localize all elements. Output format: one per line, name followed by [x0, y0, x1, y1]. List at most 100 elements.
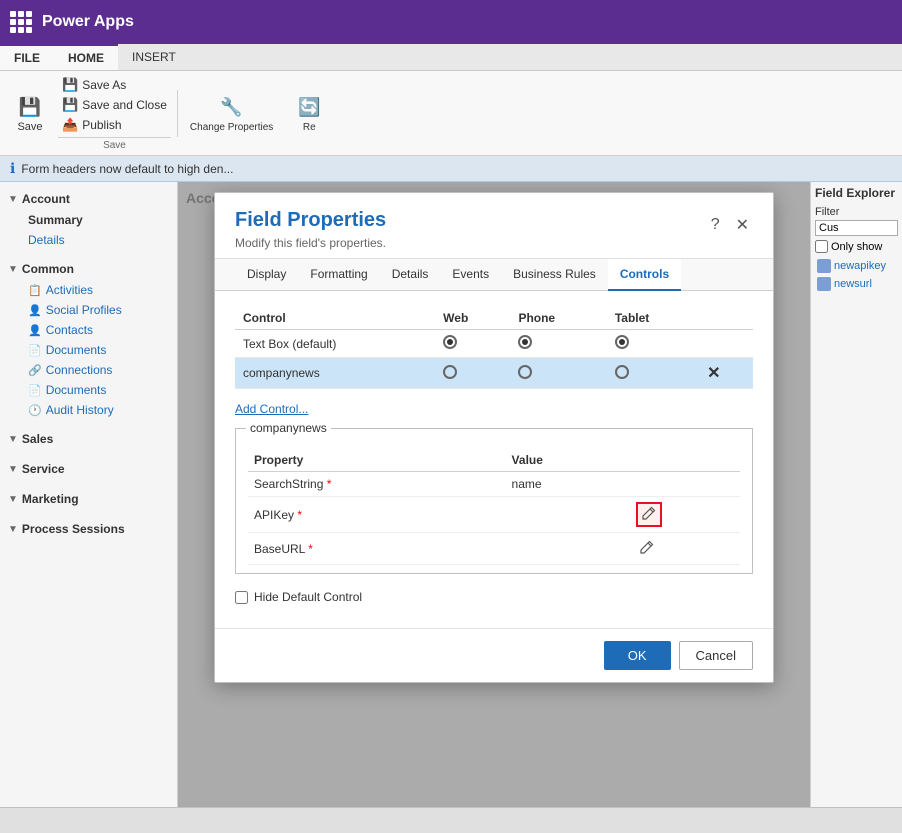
add-control-link[interactable]: Add Control...: [235, 402, 308, 416]
documents1-label: Documents: [46, 343, 107, 357]
service-chevron-icon: ▼: [8, 464, 18, 475]
hide-default-row: Hide Default Control: [235, 590, 753, 604]
tab-formatting[interactable]: Formatting: [298, 259, 379, 291]
save-close-button[interactable]: 💾 Save and Close: [58, 95, 171, 115]
cancel-button[interactable]: Cancel: [679, 641, 753, 670]
service-section-label: Service: [22, 462, 65, 476]
modal-footer: OK Cancel: [215, 628, 773, 682]
table-row: Text Box (default): [235, 330, 753, 358]
modal-subtitle: Modify this field's properties.: [235, 236, 386, 250]
tab-events[interactable]: Events: [440, 259, 501, 291]
sidebar-item-audit-history[interactable]: 🕐 Audit History: [8, 400, 169, 420]
modal-tabs: Display Formatting Details Events Busine…: [215, 259, 773, 291]
change-properties-button[interactable]: 🔧 Change Properties: [177, 90, 281, 137]
prop-col-action: [630, 449, 740, 472]
save-close-icon: 💾: [62, 97, 78, 113]
col-tablet: Tablet: [607, 307, 699, 330]
process-section-label: Process Sessions: [22, 522, 125, 536]
apps-grid-icon[interactable]: [10, 11, 32, 33]
marketing-chevron-icon: ▼: [8, 494, 18, 505]
prop-baseurl-action[interactable]: [630, 533, 740, 565]
save-as-button[interactable]: 💾 Save As: [58, 75, 171, 95]
sidebar-item-connections[interactable]: 🔗 Connections: [8, 360, 169, 380]
sidebar-section-common: ▼ Common 📋 Activities 👤 Social Profiles …: [0, 252, 177, 422]
prop-col-property: Property: [248, 449, 506, 472]
save-button[interactable]: 💾 Save: [8, 89, 52, 137]
ribbon-tab-insert[interactable]: INSERT: [118, 44, 190, 70]
table-row: companynews ✕: [235, 358, 753, 389]
publish-button[interactable]: 📤 Publish: [58, 115, 171, 135]
account-chevron-icon: ▼: [8, 194, 18, 205]
sidebar-section-marketing: ▼ Marketing: [0, 482, 177, 512]
only-show-checkbox[interactable]: [815, 240, 828, 253]
re-button[interactable]: 🔄 Re: [287, 90, 331, 137]
sidebar-section-header-account[interactable]: ▼ Account: [8, 188, 169, 210]
field-explorer-filter-input[interactable]: [815, 220, 898, 236]
textbox-phone-radio[interactable]: [510, 330, 606, 358]
field-explorer-panel: Field Explorer Filter Only show newapike…: [810, 182, 902, 807]
prop-apikey-label: APIKey *: [248, 497, 506, 533]
tab-business-rules[interactable]: Business Rules: [501, 259, 608, 291]
sidebar-item-social-profiles[interactable]: 👤 Social Profiles: [8, 300, 169, 320]
summary-label: Summary: [28, 213, 83, 227]
sidebar-section-header-sales[interactable]: ▼ Sales: [8, 428, 169, 450]
hide-default-checkbox[interactable]: [235, 591, 248, 604]
documents2-icon: 📄: [28, 384, 42, 397]
col-control: Control: [235, 307, 435, 330]
modal-body: Control Web Phone Tablet Text Box (defau…: [215, 291, 773, 628]
activities-label: Activities: [46, 283, 93, 297]
re-icon: 🔄: [295, 94, 323, 122]
field-explorer-filter-label: Filter: [815, 206, 898, 218]
ribbon-content: 💾 Save 💾 Save As 💾 Save and Close 📤 Publ…: [0, 71, 902, 155]
field-explorer-item-newsurl[interactable]: newsurl: [815, 275, 898, 293]
textbox-web-radio[interactable]: [435, 330, 510, 358]
field-explorer-item-newapikey[interactable]: newapikey: [815, 257, 898, 275]
sidebar-item-details[interactable]: Details: [8, 230, 169, 250]
sidebar-item-summary[interactable]: Summary: [8, 210, 169, 230]
modal-title-block: Field Properties Modify this field's pro…: [235, 209, 386, 250]
companynews-web-radio[interactable]: [435, 358, 510, 389]
companynews-remove[interactable]: ✕: [699, 358, 753, 389]
prop-apikey-action[interactable]: [630, 497, 740, 533]
sidebar-section-header-service[interactable]: ▼ Service: [8, 458, 169, 480]
prop-apikey-value: [506, 497, 631, 533]
prop-searchstring-label: SearchString *: [248, 472, 506, 497]
sidebar-item-contacts[interactable]: 👤 Contacts: [8, 320, 169, 340]
only-show-label: Only show: [831, 241, 882, 253]
sidebar-section-header-process[interactable]: ▼ Process Sessions: [8, 518, 169, 540]
sidebar-item-documents-2[interactable]: 📄 Documents: [8, 380, 169, 400]
pencil-icon: [642, 506, 656, 520]
account-section-label: Account: [22, 192, 70, 206]
ribbon-tab-home[interactable]: HOME: [54, 44, 118, 70]
companynews-tablet-radio[interactable]: [607, 358, 699, 389]
remove-icon[interactable]: ✕: [707, 365, 720, 382]
ribbon-tab-file[interactable]: FILE: [0, 44, 54, 70]
textbox-tablet-radio[interactable]: [607, 330, 699, 358]
prop-group-companynews: companynews Property Value: [235, 428, 753, 574]
prop-searchstring-value: name: [506, 472, 631, 497]
sidebar-section-header-common[interactable]: ▼ Common: [8, 258, 169, 280]
properties-table: Property Value SearchString * name: [248, 449, 740, 565]
newapikey-label: newapikey: [834, 260, 886, 272]
baseurl-edit-button[interactable]: [636, 538, 658, 559]
ribbon-tabs: FILE HOME INSERT: [0, 44, 902, 71]
info-icon: ℹ: [10, 160, 15, 177]
tab-display[interactable]: Display: [235, 259, 298, 291]
col-action: [699, 307, 753, 330]
modal-help-button[interactable]: ?: [707, 214, 724, 236]
sidebar-section-header-marketing[interactable]: ▼ Marketing: [8, 488, 169, 510]
apikey-edit-button[interactable]: [636, 502, 662, 527]
tab-controls[interactable]: Controls: [608, 259, 681, 291]
field-properties-modal: Field Properties Modify this field's pro…: [214, 192, 774, 683]
contacts-icon: 👤: [28, 324, 42, 337]
sidebar-item-activities[interactable]: 📋 Activities: [8, 280, 169, 300]
tab-details[interactable]: Details: [380, 259, 441, 291]
connections-label: Connections: [46, 363, 113, 377]
companynews-phone-radio[interactable]: [510, 358, 606, 389]
save-group-label: Save: [58, 137, 171, 151]
sidebar-item-documents-1[interactable]: 📄 Documents: [8, 340, 169, 360]
ok-button[interactable]: OK: [604, 641, 671, 670]
modal-close-button[interactable]: ✕: [732, 213, 753, 237]
sales-chevron-icon: ▼: [8, 434, 18, 445]
audit-label: Audit History: [46, 403, 114, 417]
